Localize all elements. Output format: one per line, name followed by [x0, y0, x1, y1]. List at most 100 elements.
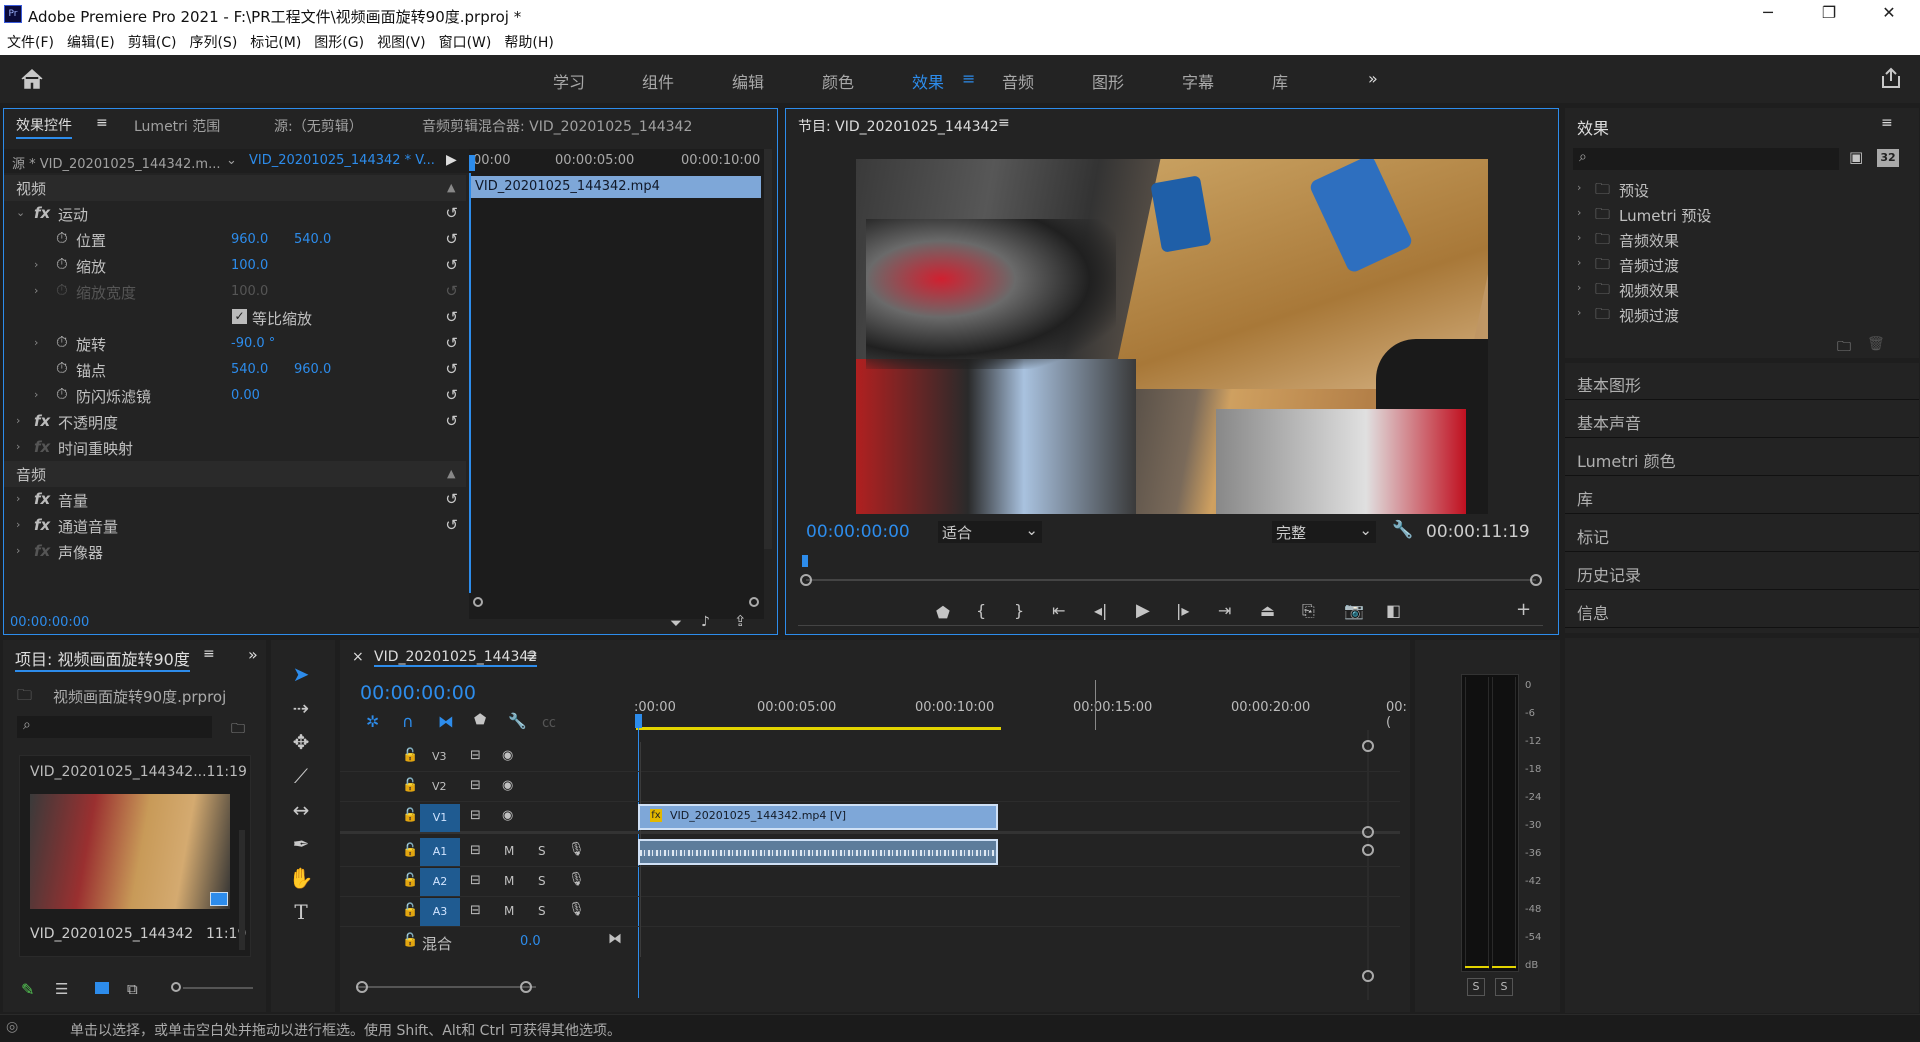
expand-right-icon[interactable]: ›	[34, 336, 38, 349]
mute-button[interactable]: M	[504, 874, 514, 888]
timeline-tab[interactable]: VID_20201025_144342	[374, 649, 538, 667]
icon-view-icon[interactable]	[95, 982, 109, 994]
vscroll-handle-audio[interactable]	[1362, 844, 1374, 856]
track-a1-target[interactable]: A1	[420, 838, 460, 866]
uniform-scale-checkbox[interactable]: ✓	[232, 309, 247, 324]
effects-item-audio-effects[interactable]: › 🗀 音频效果	[1573, 228, 1903, 252]
expand-right-icon[interactable]: ›	[34, 388, 38, 401]
ec-mini-timeline[interactable]: 00:00 00:00:05:00 00:00:10:00 VID_202010…	[469, 149, 764, 619]
wrench-icon[interactable]: 🔧	[1392, 520, 1413, 540]
stopwatch-icon[interactable]: ⏱	[56, 229, 68, 247]
extract-icon[interactable]: ⎘	[1302, 601, 1315, 621]
go-to-end-icon[interactable]: ⧓	[608, 931, 622, 947]
project-item-thumbnail[interactable]	[30, 794, 230, 909]
effects-item-video-transitions[interactable]: › 🗀 视频过渡	[1573, 303, 1903, 327]
track-a2-target[interactable]: A2	[420, 868, 460, 896]
menu-window[interactable]: 窗口(W)	[432, 30, 498, 52]
panel-essential-graphics[interactable]: 基本图形	[1565, 363, 1919, 400]
lock-icon[interactable]: 🔓	[402, 903, 418, 918]
add-marker-icon[interactable]: ⬟	[474, 712, 486, 728]
reset-icon[interactable]: ↺	[445, 490, 458, 508]
reset-icon[interactable]: ↺	[445, 412, 458, 430]
video-frame[interactable]	[856, 159, 1488, 514]
sync-lock-icon[interactable]: ⊟	[470, 873, 481, 888]
zoom-slider-handle[interactable]	[171, 982, 181, 992]
find-folder-icon[interactable]: 🗀	[231, 718, 245, 742]
ec-channel-volume-row[interactable]: › fx 通道音量 ↺	[4, 513, 466, 539]
workspace-assembly[interactable]: 组件	[642, 69, 674, 93]
timeline-zoom-left[interactable]	[356, 981, 368, 993]
track-a3-target[interactable]: A3	[420, 898, 460, 926]
reset-icon[interactable]: ↺	[445, 256, 458, 274]
expand-right-icon[interactable]: ›	[16, 414, 20, 427]
effects-panel-title[interactable]: 效果	[1577, 115, 1609, 139]
lift-icon[interactable]: ⏏	[1260, 601, 1275, 620]
quality-dropdown[interactable]: 完整 ⌄	[1272, 521, 1376, 543]
ec-motion-row[interactable]: ⌄ fx 运动 ↺	[4, 201, 466, 227]
snap-magnet-icon[interactable]: ∩	[402, 712, 414, 731]
reset-icon[interactable]: ↺	[445, 230, 458, 248]
solo-button[interactable]: S	[538, 844, 546, 858]
ec-time-remap-row[interactable]: › fx 时间重映射	[4, 435, 466, 461]
play-triangle-icon[interactable]: ▶	[446, 152, 457, 168]
expand-right-icon[interactable]: ›	[34, 258, 38, 271]
timeline-timecode[interactable]: 00:00:00:00	[360, 682, 476, 704]
vscroll-handle-mid[interactable]	[1362, 826, 1374, 838]
selection-tool-icon[interactable]: ➤	[287, 662, 315, 690]
step-forward-icon[interactable]: |▸	[1176, 601, 1189, 620]
track-v3-label[interactable]: V3	[432, 750, 447, 763]
share-icon[interactable]	[1880, 67, 1902, 89]
program-zoom-right[interactable]	[1530, 574, 1542, 586]
panel-history[interactable]: 历史记录	[1565, 553, 1919, 590]
pencil-icon[interactable]: ✎	[21, 980, 34, 999]
effects-item-audio-transitions[interactable]: › 🗀 音频过渡	[1573, 253, 1903, 277]
panel-menu-icon[interactable]: ≡	[998, 115, 1010, 131]
play-icon[interactable]: ▶	[1136, 600, 1150, 621]
vscroll-handle-bottom[interactable]	[1362, 970, 1374, 982]
comparison-view-icon[interactable]: ◧	[1386, 601, 1401, 620]
stopwatch-icon[interactable]: ⏱	[56, 359, 68, 377]
timeline-audio-clip[interactable]	[638, 839, 998, 865]
new-bin-icon[interactable]: 🗀	[1837, 336, 1851, 360]
menu-markers[interactable]: 标记(M)	[243, 30, 307, 52]
add-marker-icon[interactable]: ⬟	[936, 603, 950, 622]
add-button-icon[interactable]: +	[1516, 599, 1531, 620]
expand-right-icon[interactable]: ›	[16, 518, 20, 531]
panel-markers[interactable]: 标记	[1565, 515, 1919, 552]
menu-file[interactable]: 文件(F)	[0, 30, 60, 52]
ec-source-label[interactable]: 源 * VID_20201025_144342.m...	[12, 153, 221, 172]
home-icon[interactable]	[20, 68, 44, 90]
timeline-video-clip[interactable]: fx VID_20201025_144342.mp4 [V]	[638, 804, 998, 830]
ec-sequence-label[interactable]: VID_20201025_144342 * V...	[249, 153, 435, 168]
stopwatch-icon[interactable]: ⏱	[56, 385, 68, 403]
chevron-down-icon[interactable]: ⌄	[226, 153, 237, 168]
mute-button[interactable]: M	[504, 904, 514, 918]
workspace-learning[interactable]: 学习	[553, 69, 585, 93]
eye-icon[interactable]: ◉	[502, 808, 513, 823]
solo-button[interactable]: S	[538, 874, 546, 888]
microphone-icon[interactable]: 🎙	[568, 872, 585, 887]
ec-zoom-right-handle[interactable]	[749, 597, 759, 607]
timeline-zoom-right[interactable]	[520, 981, 532, 993]
effects-item-presets[interactable]: › 🗀 预设	[1573, 178, 1903, 202]
ec-anchor-y[interactable]: 960.0	[294, 362, 331, 377]
work-area-bar[interactable]	[636, 727, 1001, 730]
timeline-vertical-scrollbar[interactable]	[1367, 730, 1369, 1000]
project-item[interactable]: VID_20201025_144342...11:19 VID_20201025…	[19, 755, 251, 957]
audio-loop-icon[interactable]: ♪	[701, 614, 710, 630]
ec-clip-bar[interactable]: VID_20201025_144342.mp4	[471, 176, 761, 198]
timeline-playhead[interactable]	[635, 714, 642, 728]
fit-dropdown[interactable]: 适合 ⌄	[938, 521, 1042, 543]
sync-lock-icon[interactable]: ⊟	[470, 903, 481, 918]
menu-edit[interactable]: 编辑(E)	[60, 30, 121, 52]
reset-icon[interactable]: ↺	[445, 360, 458, 378]
workspace-effects[interactable]: 效果	[912, 69, 944, 93]
expand-down-icon[interactable]: ⌄	[16, 206, 25, 219]
reset-icon[interactable]: ↺	[445, 308, 458, 326]
ec-volume-row[interactable]: › fx 音量 ↺	[4, 487, 466, 513]
ec-scrollbar[interactable]	[764, 149, 772, 549]
expand-right-icon[interactable]: ›	[34, 284, 38, 297]
microphone-icon[interactable]: 🎙	[568, 842, 585, 857]
effects-item-lumetri-presets[interactable]: › 🗀 Lumetri 预设	[1573, 203, 1903, 227]
stopwatch-icon[interactable]: ⏱	[56, 333, 68, 351]
